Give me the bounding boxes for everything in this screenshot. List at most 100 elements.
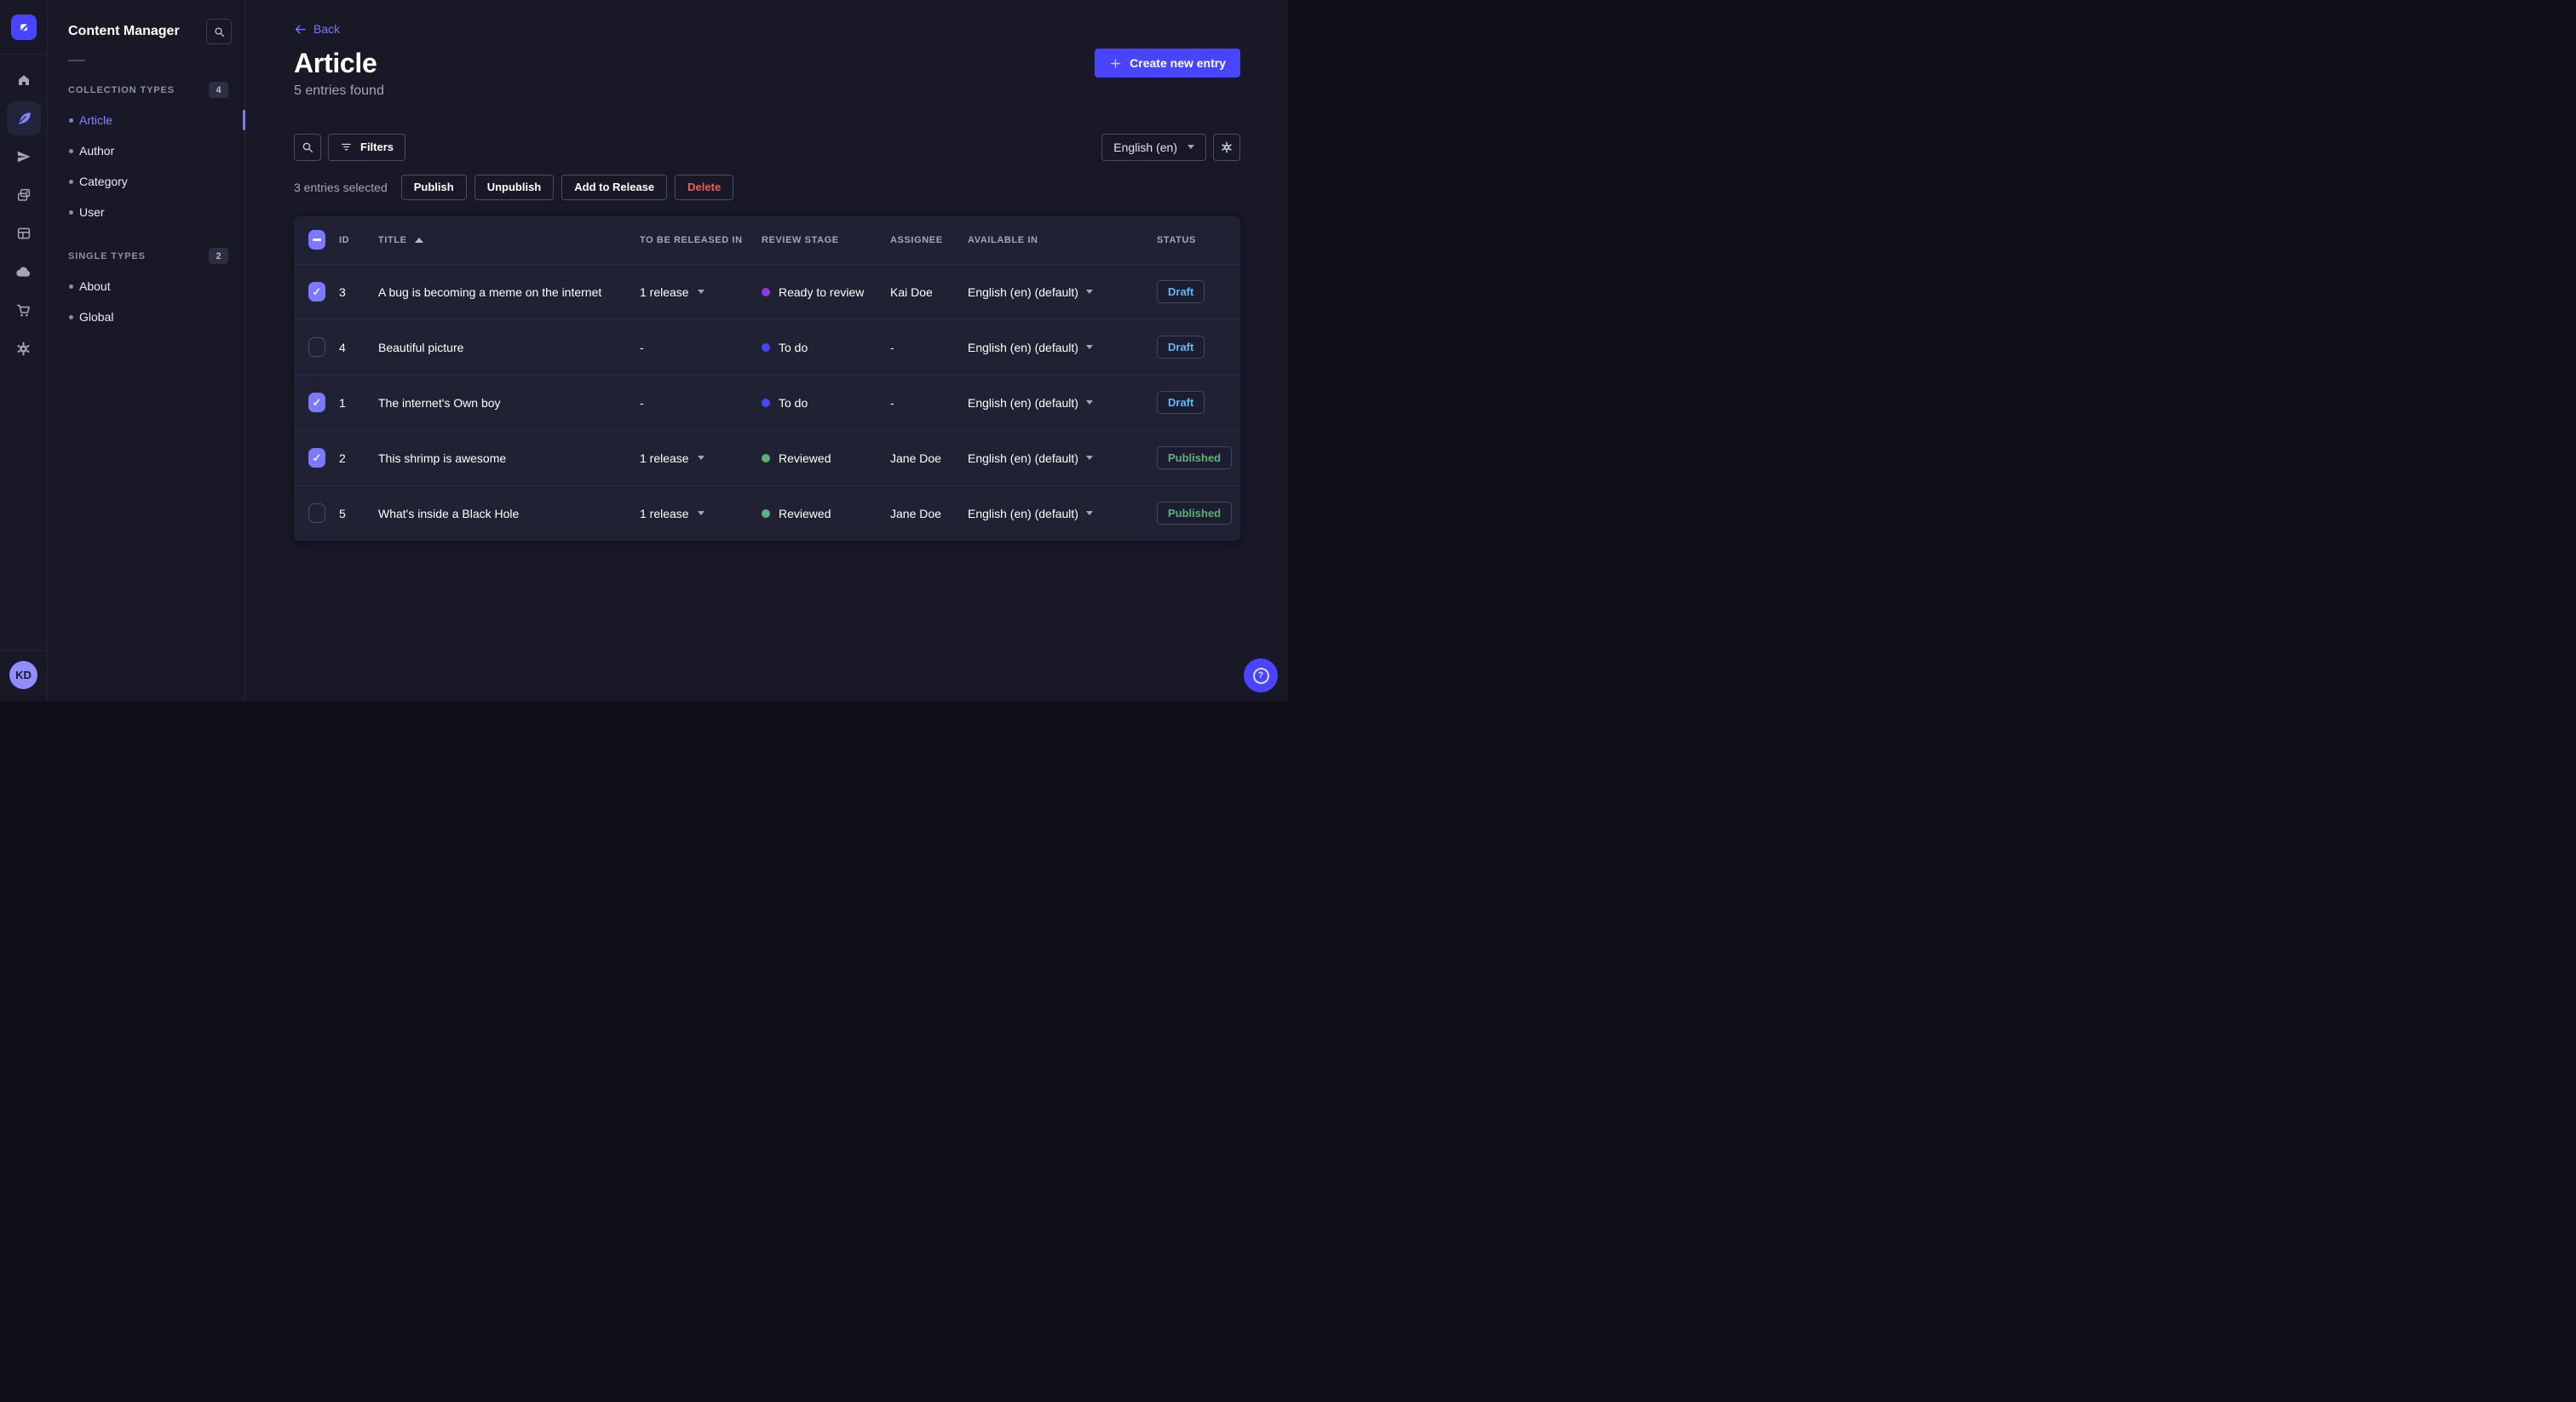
collection-types-section: COLLECTION TYPES 4 Article Author Catego…: [48, 82, 245, 227]
sidebar-title: Content Manager: [68, 24, 180, 38]
status-badge: Published: [1157, 446, 1233, 469]
marketplace-cart-icon[interactable]: [7, 293, 41, 327]
cell-release[interactable]: -: [640, 396, 762, 410]
cell-review-stage: Ready to review: [762, 285, 890, 299]
sort-ascending-icon: [414, 237, 423, 243]
chevron-down-icon: [1085, 511, 1093, 515]
sidebar-item-global[interactable]: Global: [48, 302, 244, 332]
cell-title[interactable]: The internet's Own boy: [378, 396, 640, 410]
stage-dot: [762, 398, 770, 407]
search-icon: [302, 142, 313, 152]
cell-release[interactable]: 1 release: [640, 285, 762, 299]
sidebar-item-article[interactable]: Article: [48, 105, 245, 135]
table-row: 2 This shrimp is awesome 1 release Revie…: [294, 429, 1240, 486]
unpublish-button[interactable]: Unpublish: [474, 174, 555, 200]
back-link[interactable]: Back: [294, 22, 340, 36]
chevron-down-icon: [697, 511, 704, 515]
table-row: 3 A bug is becoming a meme on the intern…: [294, 263, 1240, 319]
cell-release[interactable]: 1 release: [640, 507, 762, 520]
view-settings-button[interactable]: [1213, 133, 1240, 161]
nav-rail: KD: [0, 0, 48, 701]
content-type-builder-icon[interactable]: [7, 216, 41, 250]
selection-summary: 3 entries selected: [294, 180, 388, 194]
column-header-status: STATUS: [1157, 234, 1196, 245]
media-library-icon[interactable]: [7, 178, 41, 212]
cell-assignee: Kai Doe: [890, 284, 933, 299]
cell-available-in[interactable]: English (en) (default): [968, 341, 1157, 354]
cell-available-in[interactable]: English (en) (default): [968, 396, 1157, 410]
filters-button[interactable]: Filters: [328, 133, 406, 161]
column-header-review-stage: REVIEW STAGE: [762, 234, 839, 245]
stage-dot: [762, 509, 770, 518]
single-types-section: SINGLE TYPES 2 About Global: [48, 248, 244, 332]
cell-available-in[interactable]: English (en) (default): [968, 451, 1157, 465]
create-new-entry-button[interactable]: Create new entry: [1095, 49, 1240, 78]
entries-count-subtitle: 5 entries found: [294, 83, 384, 98]
cell-release[interactable]: -: [640, 341, 762, 354]
arrow-left-icon: [295, 24, 306, 34]
cell-id: 5: [339, 506, 346, 520]
cell-title[interactable]: What's inside a Black Hole: [378, 507, 640, 520]
page-title: Article: [294, 47, 377, 78]
cell-title[interactable]: This shrimp is awesome: [378, 451, 640, 465]
sidebar-item-user[interactable]: User: [48, 197, 244, 227]
section-label: COLLECTION TYPES: [68, 84, 175, 95]
sidebar-item-about[interactable]: About: [48, 271, 244, 302]
publish-button[interactable]: Publish: [400, 174, 467, 200]
cell-title[interactable]: Beautiful picture: [378, 341, 640, 354]
status-badge: Draft: [1157, 391, 1205, 414]
home-icon[interactable]: [7, 63, 41, 97]
column-header-available-in: AVAILABLE IN: [968, 234, 1038, 245]
app-window: KD Content Manager COLLECTION TYPES 4 Ar…: [0, 0, 1288, 701]
content-manager-icon[interactable]: [6, 101, 41, 135]
sidebar-item-author[interactable]: Author: [48, 135, 244, 166]
column-header-title[interactable]: TITLE: [378, 235, 640, 245]
cell-title[interactable]: A bug is becoming a meme on the internet: [378, 285, 640, 299]
chevron-down-icon: [1085, 290, 1093, 294]
cell-available-in[interactable]: English (en) (default): [968, 285, 1157, 299]
search-entries-button[interactable]: [294, 133, 321, 161]
help-button[interactable]: ?: [1244, 658, 1278, 692]
stage-dot: [762, 342, 770, 352]
cell-assignee: Jane Doe: [890, 451, 941, 465]
rail-icon-list: [6, 55, 41, 365]
content-manager-sidebar: Content Manager COLLECTION TYPES 4 Artic…: [48, 0, 245, 701]
status-badge: Draft: [1157, 280, 1205, 303]
cell-review-stage: To do: [762, 341, 890, 354]
filter-icon: [340, 141, 353, 153]
rail-footer: KD: [0, 650, 47, 701]
row-checkbox[interactable]: [308, 448, 325, 468]
user-avatar[interactable]: KD: [9, 661, 37, 689]
column-header-id: ID: [339, 234, 350, 245]
cell-status: Draft: [1157, 280, 1240, 303]
entries-table: ID TITLE TO BE RELEASED IN REVIEW STAGE …: [294, 215, 1240, 541]
cell-review-stage: Reviewed: [762, 451, 890, 465]
chevron-down-icon: [1085, 400, 1093, 405]
table-row: 4 Beautiful picture - To do - English (e…: [294, 319, 1240, 375]
cell-review-stage: To do: [762, 396, 890, 410]
deploy-cloud-icon[interactable]: [7, 255, 41, 289]
add-to-release-button[interactable]: Add to Release: [561, 174, 668, 200]
section-label: SINGLE TYPES: [68, 250, 146, 261]
section-count-badge: 4: [209, 82, 228, 98]
select-all-checkbox[interactable]: [308, 230, 325, 250]
cell-id: 4: [339, 340, 346, 354]
locale-select[interactable]: English (en): [1101, 133, 1206, 161]
releases-icon[interactable]: [7, 140, 41, 174]
column-header-release: TO BE RELEASED IN: [640, 234, 743, 245]
row-checkbox[interactable]: [308, 337, 325, 357]
settings-gear-icon[interactable]: [7, 331, 41, 365]
row-checkbox[interactable]: [308, 282, 325, 302]
row-checkbox[interactable]: [308, 393, 325, 412]
status-badge: Draft: [1157, 336, 1205, 359]
sidebar-search-button[interactable]: [206, 19, 232, 44]
cell-id: 1: [339, 395, 346, 410]
row-checkbox[interactable]: [308, 503, 325, 523]
strapi-logo-icon[interactable]: [10, 14, 37, 40]
delete-button[interactable]: Delete: [675, 174, 734, 200]
sidebar-item-category[interactable]: Category: [48, 166, 244, 197]
cell-release[interactable]: 1 release: [640, 451, 762, 465]
table-header-row: ID TITLE TO BE RELEASED IN REVIEW STAGE …: [294, 216, 1240, 264]
cell-id: 2: [339, 451, 346, 465]
cell-available-in[interactable]: English (en) (default): [968, 507, 1157, 520]
